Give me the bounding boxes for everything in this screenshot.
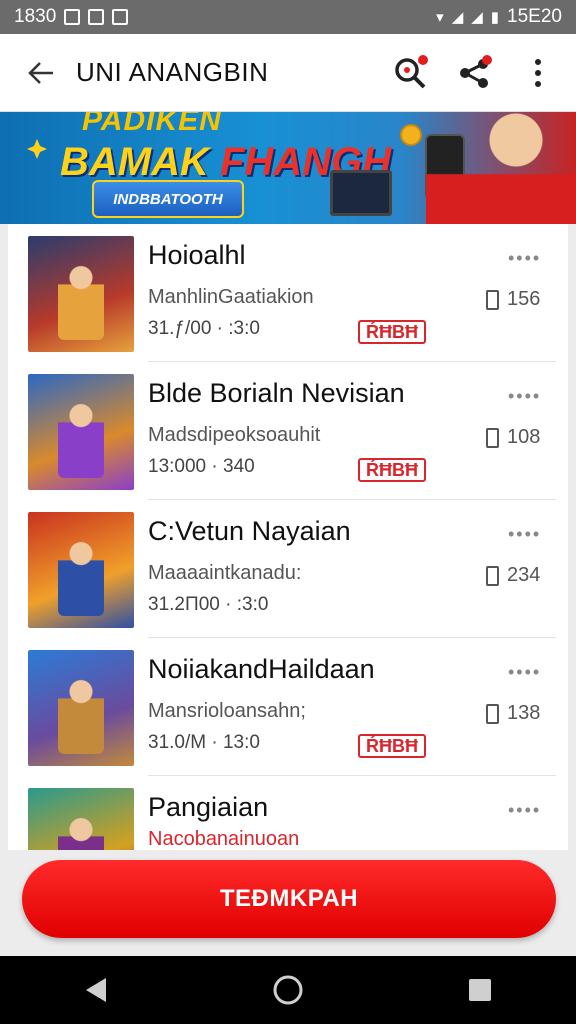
game-thumbnail: [28, 374, 134, 490]
list-item-title: Blde Borialn Nevisian: [148, 378, 405, 408]
more-horiz-icon[interactable]: ••••: [508, 524, 541, 545]
more-horiz-icon[interactable]: ••••: [508, 386, 541, 407]
banner-headline: PADIKEN: [82, 112, 222, 137]
more-horiz-icon[interactable]: ••••: [508, 800, 541, 821]
list-item[interactable]: Blde Borialn Nevisian Madsdipeoksoauhit 13…: [8, 362, 568, 500]
document-icon: [486, 289, 499, 310]
nav-recents-button[interactable]: [450, 960, 510, 1020]
document-icon: [486, 703, 499, 724]
star-icon: [27, 139, 47, 159]
status-clock: 15E20: [507, 6, 562, 27]
item-count: 108: [486, 426, 540, 449]
item-count-value: 234: [507, 564, 541, 586]
tv-illustration: [330, 170, 392, 216]
game-thumbnail: [28, 236, 134, 352]
list-item[interactable]: Hoioalhl ManhlinGaatiakion 31.ƒ/00 · :3:0 Ŕ…: [8, 224, 568, 362]
list-item-time: 31.2Π00 · :3:0: [148, 594, 269, 615]
back-button[interactable]: [18, 50, 64, 96]
status-time: 1830: [14, 6, 57, 27]
status-badge: ŔĦBĦ: [358, 734, 426, 758]
list-item-title: C:Vetun Nayaian: [148, 516, 351, 546]
item-count-value: 138: [507, 702, 541, 724]
list-item-title: Pangiaian: [148, 792, 269, 822]
wifi-icon: ▾: [436, 9, 444, 26]
signal-icon: ◢: [451, 9, 464, 26]
list-item-subtitle: Maaaaintkanadu:: [148, 562, 302, 584]
list-item[interactable]: NoiiakandHaildaan Mansrioloansahn; 31.0/M …: [8, 638, 568, 776]
more-vert-icon: [535, 58, 541, 87]
app-bar: UNI ANANGBIN: [0, 34, 576, 112]
more-horiz-icon[interactable]: ••••: [508, 662, 541, 683]
character-illustration: [58, 260, 104, 340]
notification-icon: [88, 9, 105, 25]
search-button[interactable]: [390, 53, 430, 93]
share-button[interactable]: [454, 53, 494, 93]
list-item[interactable]: C:Vetun Nayaian Maaaaintkanadu: 31.2Π00 · …: [8, 500, 568, 638]
item-count-value: 108: [507, 426, 541, 448]
character-illustration: [58, 674, 104, 754]
circle-home-icon: [273, 975, 303, 1005]
item-count: 156: [486, 288, 540, 311]
list-item[interactable]: Pangiaian Nacobanainuoan ••••: [8, 776, 568, 850]
list-item-subtitle: ManhlinGaatiakion: [148, 286, 314, 308]
character-illustration: [58, 812, 104, 850]
list-item-subtitle: Mansrioloansahn;: [148, 700, 306, 722]
character-illustration: [58, 398, 104, 478]
square-recents-icon: [469, 979, 491, 1001]
banner-chip: INDBBATOOTH: [92, 180, 244, 218]
item-count: 234: [486, 564, 540, 587]
item-count-value: 156: [507, 288, 541, 310]
system-nav-bar: [0, 956, 576, 1024]
nav-back-button[interactable]: [66, 960, 126, 1020]
document-icon: [486, 427, 499, 448]
promo-banner[interactable]: PADIKEN BAMAK FHANGH INDBBATOOTH: [0, 112, 576, 224]
nav-home-button[interactable]: [258, 960, 318, 1020]
list-item-title: Hoioalhl: [148, 240, 246, 270]
list-item-time: 31.0/M · 13:0: [148, 732, 260, 753]
status-bar: 1830 ▾ ◢ ◢ ▮ 15E20: [0, 0, 576, 34]
document-icon: [486, 565, 499, 586]
status-badge: ŔĦBĦ: [358, 320, 426, 344]
list-item-title: NoiiakandHaildaan: [148, 654, 375, 684]
game-thumbnail: [28, 650, 134, 766]
page-title: UNI ANANGBIN: [76, 57, 269, 87]
banner-title-part1: BAMAK: [60, 140, 220, 184]
signal-icon: ◢: [471, 9, 483, 26]
battery-icon: ▮: [490, 9, 500, 26]
game-list: Hoioalhl ManhlinGaatiakion 31.ƒ/00 · :3:0 Ŕ…: [8, 224, 568, 850]
primary-action-button[interactable]: TEĐMKPAH: [22, 860, 556, 938]
game-thumbnail: [28, 788, 134, 850]
character-illustration: [58, 536, 104, 616]
arrow-left-icon: [28, 61, 53, 84]
notification-icon: [112, 9, 129, 25]
status-badge: ŔĦBĦ: [358, 458, 426, 482]
person-illustration: [426, 112, 576, 224]
triangle-back-icon: [86, 978, 106, 1002]
coin-icon: [400, 124, 422, 146]
more-horiz-icon[interactable]: ••••: [508, 248, 541, 269]
list-item-time: 31.ƒ/00 · :3:0: [148, 318, 260, 339]
notification-dot: [418, 54, 428, 65]
notification-icon: [64, 9, 81, 25]
list-item-subtitle: Madsdipeoksoauhit: [148, 424, 321, 446]
game-thumbnail: [28, 512, 134, 628]
list-item-time: 13:000 · 340: [148, 456, 255, 477]
list-item-subtitle: Nacobanainuoan: [148, 828, 300, 850]
notification-dot: [482, 54, 492, 65]
item-count: 138: [486, 702, 540, 725]
more-options-button[interactable]: [518, 53, 558, 93]
